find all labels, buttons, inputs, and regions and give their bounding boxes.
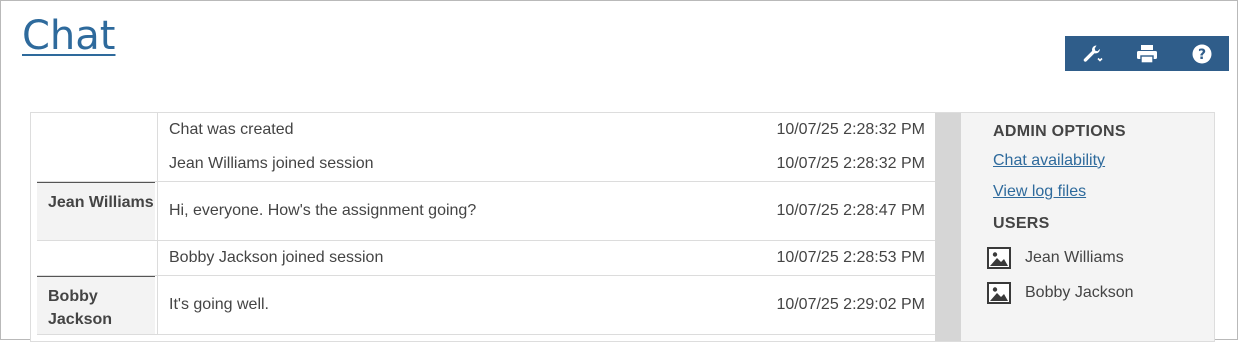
scrollbar[interactable]	[935, 113, 961, 341]
message-content: It's going well. 10/07/25 2:29:02 PM	[157, 276, 935, 334]
user-item[interactable]: Bobby Jackson	[987, 280, 1214, 306]
svg-text:?: ?	[1198, 47, 1206, 63]
sender-cell	[37, 241, 157, 275]
message-content: Chat was created 10/07/25 2:28:32 PM Jea…	[157, 113, 935, 181]
help-icon: ?	[1192, 44, 1212, 63]
message-group: Chat was created 10/07/25 2:28:32 PM Jea…	[37, 113, 935, 182]
user-item[interactable]: Jean Williams	[987, 245, 1214, 271]
help-button[interactable]: ?	[1182, 36, 1222, 71]
message-line: Bobby Jackson joined session 10/07/25 2:…	[158, 241, 935, 275]
message-text: It's going well.	[169, 296, 269, 313]
message-line: Hi, everyone. How's the assignment going…	[158, 182, 935, 240]
print-button[interactable]	[1127, 36, 1167, 71]
message-line: Chat was created 10/07/25 2:28:32 PM	[158, 113, 935, 147]
toolbar: ?	[1065, 36, 1229, 71]
user-image-icon	[987, 282, 1011, 304]
admin-options-heading: ADMIN OPTIONS	[993, 123, 1126, 140]
user-name: Bobby Jackson	[1025, 284, 1134, 301]
users-heading: USERS	[993, 215, 1050, 232]
printer-icon	[1136, 44, 1157, 64]
message-group: Bobby Jackson It's going well. 10/07/25 …	[37, 276, 935, 335]
message-text: Hi, everyone. How's the assignment going…	[169, 202, 477, 219]
page-title[interactable]: Chat	[22, 12, 115, 60]
message-line: It's going well. 10/07/25 2:29:02 PM	[158, 276, 935, 334]
chat-availability-link[interactable]: Chat availability	[993, 151, 1214, 171]
view-log-files-link[interactable]: View log files	[993, 182, 1214, 202]
message-text: Jean Williams joined session	[169, 155, 374, 172]
message-line: Jean Williams joined session 10/07/25 2:…	[158, 147, 935, 181]
message-timestamp: 10/07/25 2:28:32 PM	[776, 121, 925, 138]
message-text: Bobby Jackson joined session	[169, 249, 384, 266]
message-timestamp: 10/07/25 2:28:32 PM	[776, 155, 925, 172]
message-group: Bobby Jackson joined session 10/07/25 2:…	[37, 241, 935, 276]
message-group: Jean Williams Hi, everyone. How's the as…	[37, 182, 935, 241]
message-timestamp: 10/07/25 2:28:53 PM	[776, 249, 925, 266]
chat-panel: Chat was created 10/07/25 2:28:32 PM Jea…	[30, 112, 1215, 342]
message-text: Chat was created	[169, 121, 294, 138]
settings-button[interactable]	[1072, 36, 1112, 71]
sender-name: Bobby Jackson	[37, 276, 155, 334]
sidebar: ADMIN OPTIONS Chat availability View log…	[961, 113, 1214, 341]
user-image-icon	[987, 247, 1011, 269]
message-list[interactable]: Chat was created 10/07/25 2:28:32 PM Jea…	[37, 113, 935, 335]
message-timestamp: 10/07/25 2:28:47 PM	[776, 202, 925, 219]
message-timestamp: 10/07/25 2:29:02 PM	[776, 296, 925, 313]
user-name: Jean Williams	[1025, 249, 1124, 266]
wrench-icon	[1084, 44, 1103, 62]
message-content: Hi, everyone. How's the assignment going…	[157, 182, 935, 240]
sender-name: Jean Williams	[37, 182, 155, 240]
sender-cell	[37, 113, 157, 181]
message-content: Bobby Jackson joined session 10/07/25 2:…	[157, 241, 935, 275]
